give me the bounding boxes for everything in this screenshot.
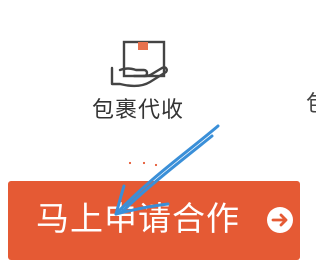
screen: 包裹代收 包 马上申请合作 xyxy=(0,0,316,266)
service-item-package-collection[interactable]: 包裹代收 xyxy=(92,36,202,128)
next-service-label-partial[interactable]: 包 xyxy=(306,86,316,118)
apply-cooperation-button[interactable]: 马上申请合作 xyxy=(8,181,300,260)
service-label: 包裹代收 xyxy=(92,98,185,123)
arrow-right-circle-icon xyxy=(267,207,293,233)
package-hand-icon xyxy=(110,40,168,88)
apply-cooperation-label: 马上申请合作 xyxy=(36,199,240,238)
